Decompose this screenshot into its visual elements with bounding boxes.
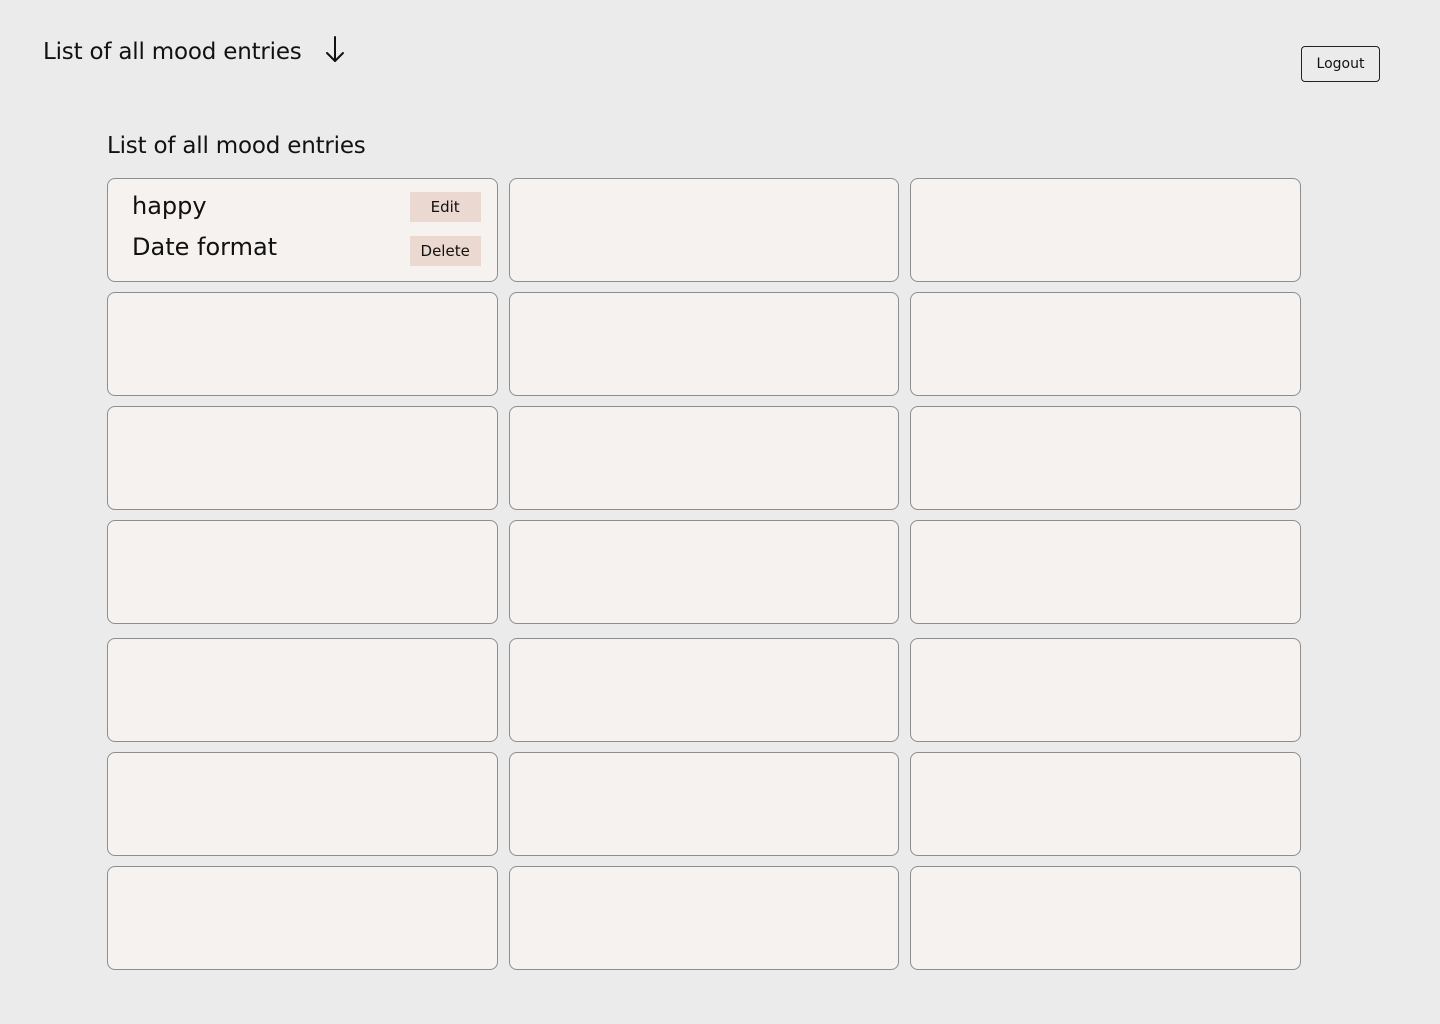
empty-entry-card: [910, 638, 1302, 742]
delete-button[interactable]: Delete: [409, 236, 481, 266]
empty-entry-card: [107, 292, 498, 396]
edit-button[interactable]: Edit: [409, 192, 481, 222]
empty-entry-card: [508, 292, 900, 396]
logout-button[interactable]: Logout: [1301, 46, 1380, 82]
empty-entry-card: [910, 292, 1302, 396]
entry-date: Date format: [132, 233, 278, 261]
empty-entry-card: [107, 866, 498, 970]
empty-entry-card: [107, 752, 498, 856]
empty-entry-card: [508, 638, 900, 742]
mood-entry-card: happy Date format Edit Delete: [107, 178, 498, 282]
mood-entries-grid: happy Date format Edit Delete: [107, 178, 1302, 980]
empty-entry-card: [508, 406, 900, 510]
empty-entry-card: [107, 638, 498, 742]
section-title: List of all mood entries: [107, 133, 366, 159]
empty-entry-card: [508, 866, 900, 970]
mood-label: happy: [132, 192, 207, 220]
grid-row: [107, 752, 1302, 856]
empty-entry-card: [107, 520, 498, 624]
arrow-down-icon: [324, 35, 346, 65]
empty-entry-card: [910, 520, 1302, 624]
empty-entry-card: [508, 178, 900, 282]
grid-row: [107, 520, 1302, 624]
grid-row: [107, 866, 1302, 970]
grid-row: [107, 406, 1302, 510]
grid-row: [107, 638, 1302, 742]
grid-row: happy Date format Edit Delete: [107, 178, 1302, 282]
empty-entry-card: [508, 752, 900, 856]
empty-entry-card: [910, 178, 1302, 282]
empty-entry-card: [508, 520, 900, 624]
grid-row: [107, 292, 1302, 396]
empty-entry-card: [107, 406, 498, 510]
empty-entry-card: [910, 406, 1302, 510]
empty-entry-card: [910, 866, 1302, 970]
page-header: List of all mood entries: [43, 35, 346, 67]
page-title: List of all mood entries: [43, 39, 302, 65]
empty-entry-card: [910, 752, 1302, 856]
mood-entries-page: List of all mood entries Logout List of …: [0, 0, 1440, 1024]
